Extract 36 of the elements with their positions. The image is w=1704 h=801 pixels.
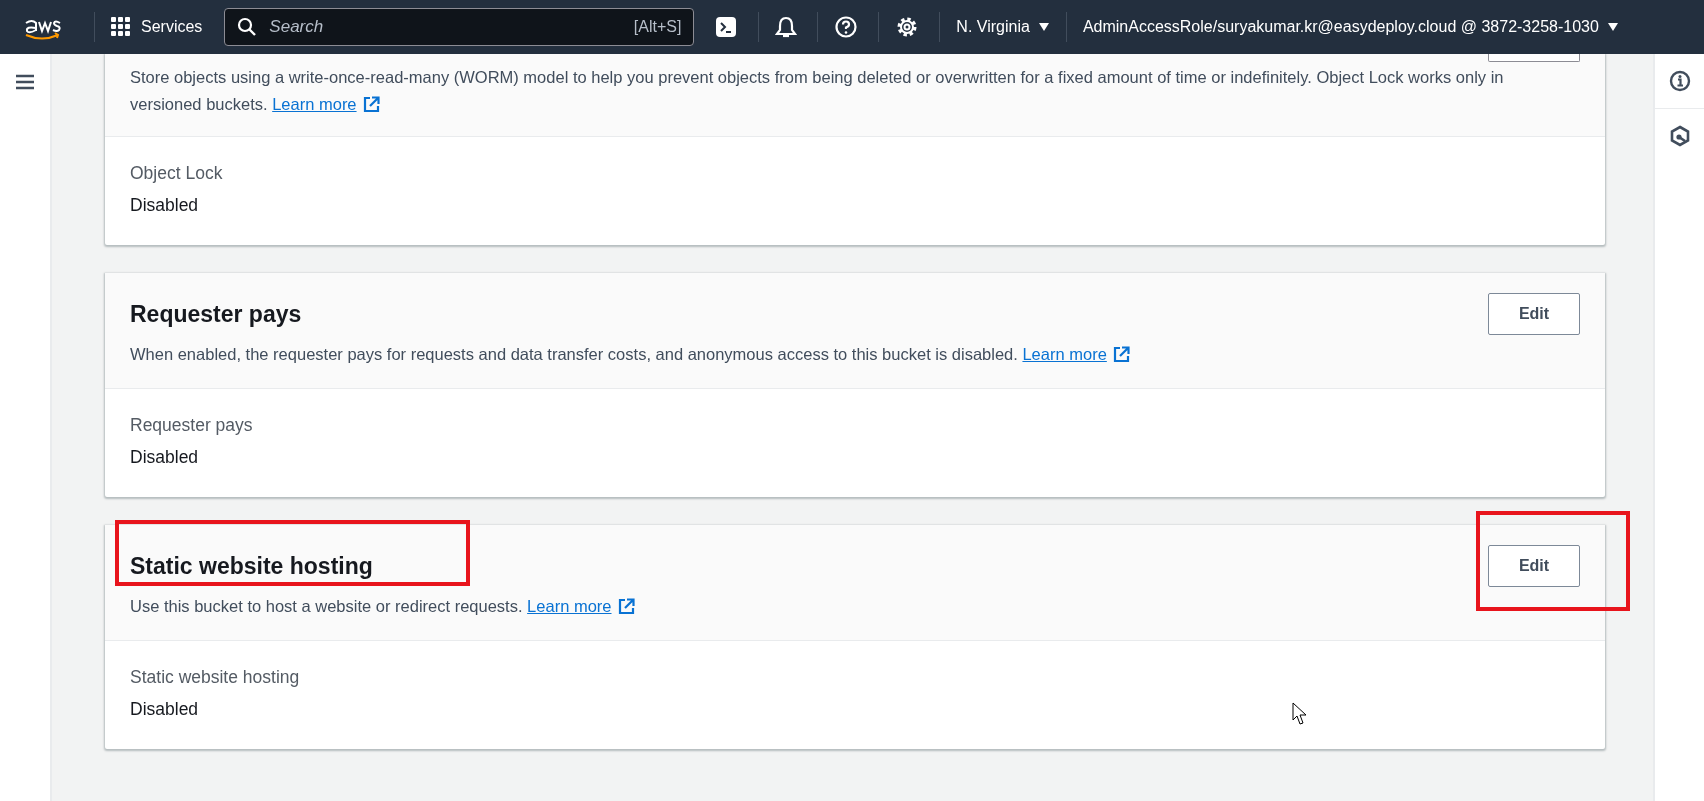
card-description: Store objects using a write-once-read-many (WORM) model to help you prevent objects from being deleted or overwritten for a fixed amount of time or indefinitely. Object Lock works only in versioned buckets. Learn more [130,64,1580,118]
external-link-icon [617,598,635,615]
field-label: Requester pays [130,414,254,437]
caret-icon [1037,22,1050,32]
learn-more-link[interactable]: Learn more [272,91,380,118]
field-label: Object Lock [130,162,224,185]
caret-icon [1606,22,1619,32]
notifications-icon[interactable] [775,15,798,39]
search-icon [237,17,258,37]
field-value: Disabled [130,194,199,217]
card-title: Requester pays [130,300,302,328]
grid-icon [111,17,131,37]
card-description: When enabled, the requester pays for requests and data transfer costs, and anonymous access to this bucket is disabled. Learn more [130,341,1580,368]
mouse-cursor-icon [1292,702,1308,726]
shortcut-hint: [Alt+S] [633,18,682,36]
search-field[interactable]: Search [Alt+S] [224,8,695,46]
region-menu-button[interactable]: N. Virginia [956,18,1050,36]
field-value: Disabled [130,698,199,721]
search-input[interactable]: Search [267,16,624,38]
edit-button[interactable]: Edit [1488,293,1580,335]
external-link-icon [1112,346,1130,363]
hexagon-icon[interactable] [1668,125,1691,147]
learn-more-link[interactable]: Learn more [527,593,635,620]
services-menu-button[interactable]: Services [111,17,203,37]
edit-button[interactable]: Edit [1488,545,1580,587]
account-menu-button[interactable]: AdminAccessRole/suryakumar.kr@easydeploy.cloud @ 3872-3258-1030 [1082,18,1619,36]
external-link-icon [362,96,380,113]
field-value: Disabled [130,446,199,469]
learn-more-link[interactable]: Learn more [1022,341,1130,368]
field-label: Static website hosting [130,666,301,689]
menu-icon[interactable] [15,74,35,90]
info-icon[interactable] [1668,70,1691,92]
help-icon[interactable] [834,15,859,39]
terminal-icon[interactable] [714,15,739,39]
card-title: Static website hosting [130,552,373,580]
card-description: Use this bucket to host a website or redirect requests. Learn more [130,593,1580,620]
